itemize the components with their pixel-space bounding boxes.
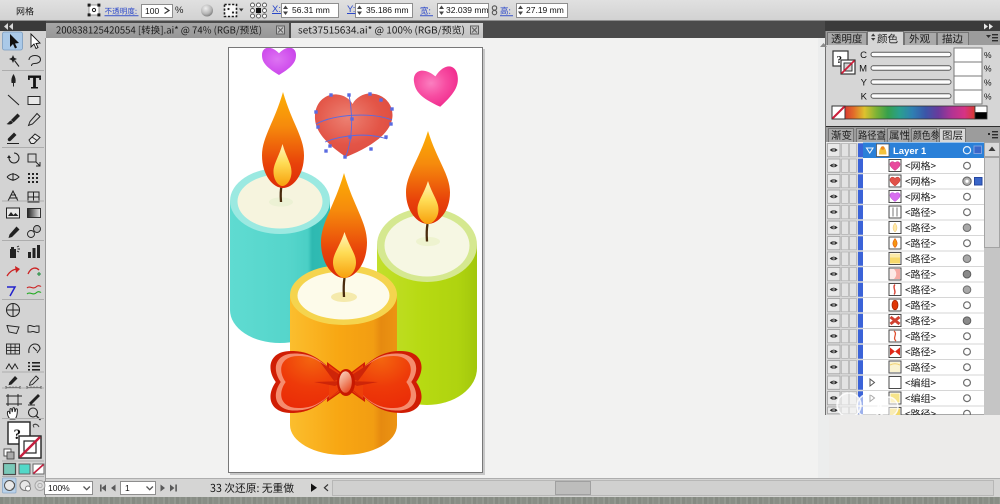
svg-text:%: % <box>984 50 992 60</box>
svg-text:Y: Y <box>861 78 868 89</box>
svg-text:%: % <box>984 92 992 102</box>
svg-text:M: M <box>859 64 867 75</box>
svg-text:%: % <box>984 78 992 88</box>
svg-text:%: % <box>984 64 992 74</box>
svg-text:K: K <box>861 92 868 103</box>
svg-text:Layer 1: Layer 1 <box>893 146 927 157</box>
svg-text:C: C <box>860 50 867 61</box>
